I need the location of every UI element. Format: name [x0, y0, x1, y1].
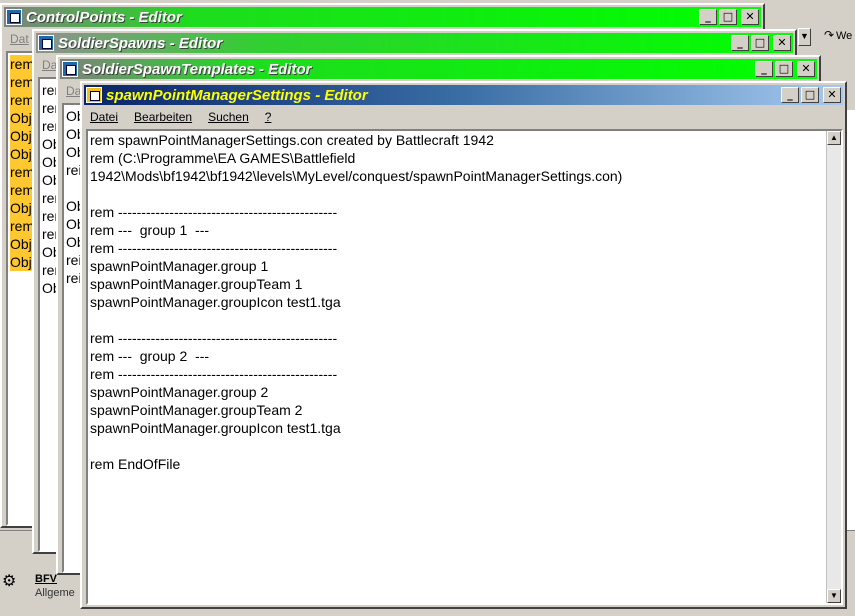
window-title: ControlPoints - Editor — [26, 8, 182, 26]
background-right-toolbar: ↷ We — [820, 26, 855, 48]
code-line: rem --- group 2 --- — [90, 348, 210, 364]
menubar: Datei Bearbeiten Suchen ? — [84, 107, 843, 127]
menu-suchen[interactable]: Suchen — [208, 110, 249, 124]
code-line: rem spawnPointManagerSettings.con create… — [90, 132, 494, 148]
code-line: rem --- group 1 --- — [90, 222, 210, 238]
close-button[interactable]: ✕ — [773, 35, 791, 51]
menu-datei[interactable]: Datei — [90, 110, 118, 124]
maximize-button[interactable]: □ — [775, 61, 793, 77]
soldierspawntemplates-titlebar[interactable]: SoldierSpawnTemplates - Editor _ □ ✕ — [60, 59, 817, 79]
app-tank-icon: ⚙ — [2, 573, 17, 590]
code-line: spawnPointManager.groupTeam 1 — [90, 276, 303, 292]
minimize-button[interactable]: _ — [755, 61, 773, 77]
soldierspawns-titlebar[interactable]: SoldierSpawns - Editor _ □ ✕ — [36, 33, 793, 53]
code-line: rem — [10, 164, 35, 180]
code-line: spawnPointManager.groupIcon test1.tga — [90, 294, 341, 310]
close-button[interactable]: ✕ — [797, 61, 815, 77]
window-title: spawnPointManagerSettings - Editor — [106, 86, 368, 104]
minimize-button[interactable]: _ — [731, 35, 749, 51]
code-line: rem ------------------------------------… — [90, 366, 338, 382]
scroll-up-button[interactable]: ▲ — [827, 131, 841, 145]
code-line: Obj — [10, 254, 32, 270]
window-title: SoldierSpawns - Editor — [58, 34, 223, 52]
maximize-button[interactable]: □ — [801, 87, 819, 103]
scroll-down-button[interactable]: ▼ — [827, 589, 841, 603]
close-button[interactable]: ✕ — [741, 9, 759, 25]
spawnpointmanagersettings-titlebar[interactable]: spawnPointManagerSettings - Editor _ □ ✕ — [84, 85, 843, 105]
notepad-icon — [62, 61, 78, 77]
redo-icon[interactable]: ↷ — [824, 28, 834, 42]
bottom-app-title: BFV — [35, 573, 57, 585]
menu-help[interactable]: ? — [265, 110, 272, 124]
maximize-button[interactable]: □ — [751, 35, 769, 51]
code-line: 1942\Mods\bf1942\bf1942\levels\MyLevel/c… — [90, 168, 623, 184]
dropdown-arrow-button[interactable]: ▼ — [798, 28, 811, 46]
code-line: rem — [10, 74, 35, 90]
controlpoints-titlebar[interactable]: ControlPoints - Editor _ □ ✕ — [4, 7, 761, 27]
code-line: spawnPointManager.group 1 — [90, 258, 269, 274]
notepad-icon — [38, 35, 54, 51]
code-line: rem — [10, 218, 35, 234]
minimize-button[interactable]: _ — [781, 87, 799, 103]
code-line: spawnPointManager.groupIcon test1.tga — [90, 420, 341, 436]
spawnpointmanagersettings-editor-window[interactable]: spawnPointManagerSettings - Editor _ □ ✕… — [80, 81, 847, 609]
maximize-button[interactable]: □ — [719, 9, 737, 25]
menu-bearbeiten[interactable]: Bearbeiten — [134, 110, 192, 124]
code-line: Obj — [10, 110, 32, 126]
code-line: rem EndOfFile — [90, 456, 181, 472]
bottom-app-subtitle: Allgeme — [35, 587, 75, 599]
code-line: Obj — [10, 200, 32, 216]
code-line: spawnPointManager.group 2 — [90, 384, 269, 400]
code-line: rem ------------------------------------… — [90, 204, 338, 220]
code-line: Obj — [10, 128, 32, 144]
code-line: rem — [10, 182, 35, 198]
code-line: rem (C:\Programme\EA GAMES\Battlefield — [90, 150, 356, 166]
code-line: rem ------------------------------------… — [90, 240, 338, 256]
minimize-button[interactable]: _ — [699, 9, 717, 25]
toolbar-label[interactable]: We — [836, 30, 852, 42]
code-line: rem ------------------------------------… — [90, 330, 338, 346]
code-lines: rem spawnPointManagerSettings.con create… — [90, 131, 622, 473]
notepad-icon — [86, 87, 102, 103]
notepad-icon — [6, 9, 22, 25]
code-line: rem — [10, 92, 35, 108]
code-line: Obj — [10, 146, 32, 162]
close-button[interactable]: ✕ — [823, 87, 841, 103]
code-line: rem — [10, 56, 35, 72]
code-line: Obj — [10, 236, 32, 252]
code-line: spawnPointManager.groupTeam 2 — [90, 402, 303, 418]
vertical-scrollbar[interactable]: ▲ ▼ — [826, 131, 841, 603]
editor-text-area[interactable]: rem spawnPointManagerSettings.con create… — [86, 129, 843, 605]
menu-datei[interactable]: Dat — [10, 32, 29, 46]
window-title: SoldierSpawnTemplates - Editor — [82, 60, 312, 78]
code-lines: rem rem rem Obj Obj Obj rem rem Obj rem Obj Obj — [10, 55, 34, 271]
